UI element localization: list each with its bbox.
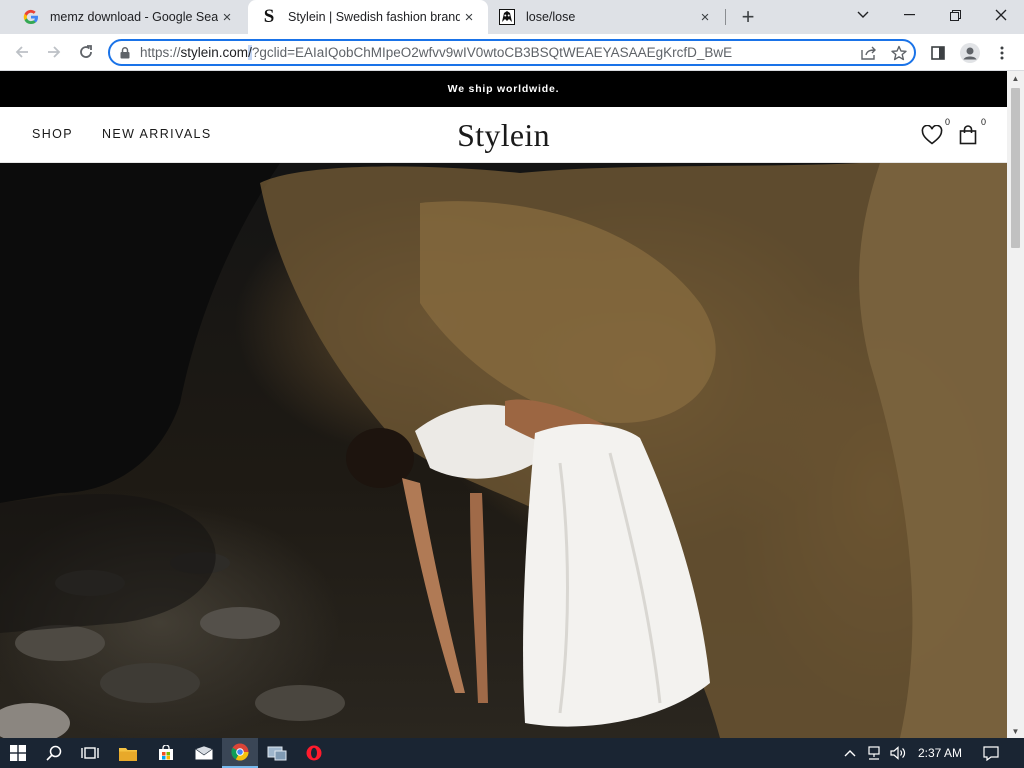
- restore-button[interactable]: [932, 0, 978, 30]
- cart-button[interactable]: 0: [954, 117, 986, 149]
- store-button[interactable]: [148, 738, 184, 768]
- mail-icon: [195, 746, 213, 760]
- reload-button[interactable]: [74, 40, 98, 64]
- tab-title: Stylein | Swedish fashion brand: [288, 10, 460, 24]
- star-icon[interactable]: [884, 45, 914, 61]
- network-icon: [868, 746, 880, 760]
- profile-avatar-icon[interactable]: [958, 41, 982, 65]
- minimize-button[interactable]: [886, 0, 932, 30]
- heart-icon: [921, 125, 943, 145]
- network-button[interactable]: [862, 738, 886, 768]
- page-viewport: We ship worldwide. SHOP NEW ARRIVALS Sty…: [0, 71, 1007, 738]
- kebab-menu-icon[interactable]: [990, 41, 1014, 65]
- arrow-right-icon: [48, 46, 61, 58]
- scroll-down-icon[interactable]: ▼: [1007, 724, 1024, 738]
- url-scheme: https://: [140, 45, 181, 60]
- chrome-icon: [231, 743, 249, 761]
- announcement-bar: We ship worldwide.: [0, 71, 1007, 107]
- close-tab-icon[interactable]: ×: [696, 8, 714, 26]
- windows-logo-icon: [10, 745, 26, 761]
- tab-search-button[interactable]: [840, 0, 886, 30]
- windows-taskbar: 2:37 AM: [0, 738, 1024, 768]
- chrome-taskbar-button[interactable]: [222, 738, 258, 768]
- search-button[interactable]: [36, 738, 72, 768]
- restore-icon: [949, 9, 961, 21]
- computer-icon: [267, 746, 287, 761]
- tab-title: lose/lose: [526, 10, 576, 24]
- opera-taskbar-button[interactable]: [296, 738, 332, 768]
- site-header: SHOP NEW ARRIVALS Stylein 0 0: [0, 107, 1007, 163]
- reload-icon: [80, 45, 92, 58]
- minimize-icon: [903, 14, 915, 16]
- close-tab-icon[interactable]: ×: [460, 8, 478, 26]
- browser-toolbar: https://stylein.com/?gclid=EAIaIQobChMIp…: [0, 34, 1024, 71]
- file-explorer-button[interactable]: [110, 738, 146, 768]
- close-window-button[interactable]: [978, 0, 1024, 30]
- scroll-up-icon[interactable]: ▲: [1007, 71, 1024, 85]
- close-tab-icon[interactable]: ×: [218, 8, 236, 26]
- lock-icon[interactable]: [110, 46, 140, 59]
- wishlist-button[interactable]: 0: [918, 117, 950, 149]
- app-taskbar-button[interactable]: [259, 738, 295, 768]
- volume-button[interactable]: [886, 738, 910, 768]
- back-button[interactable]: [10, 40, 34, 64]
- url-path: ?gclid=EAIaIQobChMIpeO2wfvv9wIV0wtoCB3BS…: [251, 45, 733, 60]
- notifications-button[interactable]: [974, 738, 1008, 768]
- chevron-up-icon: [844, 750, 856, 757]
- start-button[interactable]: [0, 738, 36, 768]
- hero-image[interactable]: [0, 163, 1007, 738]
- side-panel-icon[interactable]: [926, 41, 950, 65]
- task-view-icon: [81, 747, 99, 759]
- tab-google-search[interactable]: memz download - Google Search ×: [10, 0, 246, 34]
- address-bar[interactable]: https://stylein.com/?gclid=EAIaIQobChMIp…: [108, 39, 916, 66]
- alien-icon: [498, 8, 516, 26]
- taskbar-clock[interactable]: 2:37 AM: [912, 738, 968, 768]
- tab-lose-lose[interactable]: lose/lose ×: [486, 0, 724, 34]
- page-scrollbar[interactable]: ▲ ▼: [1007, 71, 1024, 738]
- shopping-bag-icon: [959, 125, 977, 145]
- mail-button[interactable]: [186, 738, 222, 768]
- action-center-icon: [983, 745, 999, 761]
- close-icon: [995, 9, 1007, 21]
- forward-button[interactable]: [42, 40, 66, 64]
- arrow-left-icon: [15, 46, 28, 58]
- tab-separator: [725, 9, 726, 25]
- site-logo[interactable]: Stylein: [0, 117, 1007, 154]
- new-tab-button[interactable]: +: [736, 4, 760, 29]
- hero-photo-woman-white-dress-on-rocks: [0, 163, 1007, 738]
- speaker-icon: [890, 746, 906, 760]
- chevron-down-icon: [857, 11, 869, 18]
- show-hidden-icons-button[interactable]: [838, 738, 862, 768]
- shopping-bag-store-icon: [159, 745, 173, 760]
- url-text[interactable]: https://stylein.com/?gclid=EAIaIQobChMIp…: [140, 45, 854, 60]
- opera-icon: [306, 745, 322, 761]
- share-icon[interactable]: [854, 46, 884, 60]
- tab-strip: memz download - Google Search × S Stylei…: [0, 0, 1024, 34]
- cart-count: 0: [980, 117, 986, 127]
- task-view-button[interactable]: [72, 738, 108, 768]
- google-g-icon: [22, 8, 40, 26]
- url-host: stylein.com: [180, 45, 249, 60]
- wishlist-count: 0: [944, 117, 950, 127]
- search-icon: [46, 745, 62, 761]
- tab-title: memz download - Google Search: [50, 10, 218, 24]
- folder-icon: [119, 747, 137, 761]
- scrollbar-thumb[interactable]: [1011, 88, 1020, 248]
- stylein-s-icon: S: [263, 6, 275, 27]
- tab-stylein[interactable]: S Stylein | Swedish fashion brand ×: [248, 0, 488, 34]
